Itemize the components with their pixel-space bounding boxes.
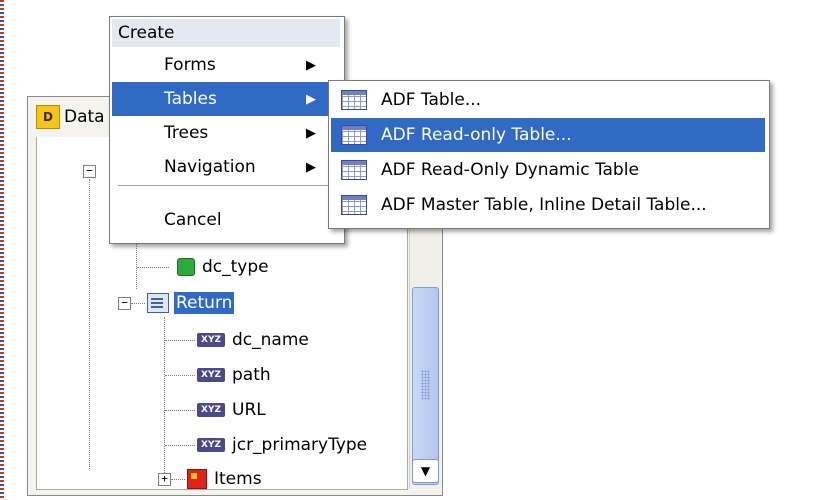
tree-expand-toggle[interactable]: + <box>158 473 171 486</box>
tree-node-items[interactable]: Items <box>187 465 264 493</box>
tree-node-label: dc_name <box>232 330 309 350</box>
collection-icon <box>187 469 207 489</box>
submenu-item-label: ADF Read-only Table... <box>381 125 572 145</box>
tree-node-return[interactable]: Return <box>147 289 235 317</box>
menu-item-trees[interactable]: Trees ▶ <box>112 116 340 150</box>
submenu-item-adf-read-only-table[interactable]: ADF Read-only Table... <box>331 118 765 152</box>
menu-item-cancel[interactable]: Cancel <box>112 203 340 237</box>
menu-item-navigation[interactable]: Navigation ▶ <box>112 150 340 184</box>
tree-guide-line <box>89 179 90 469</box>
tree-collapse-toggle[interactable]: − <box>118 297 131 310</box>
submenu-item-label: ADF Table... <box>381 90 482 110</box>
xyz-attribute-icon: XYZ <box>197 438 225 452</box>
scroll-down-button[interactable]: ▼ <box>412 459 439 483</box>
tree-guide-line <box>164 317 165 477</box>
tree-node-label: dc_type <box>202 257 269 277</box>
panel-title: Data <box>64 107 105 127</box>
menu-item-label: Trees <box>164 123 209 143</box>
submenu-arrow-icon: ▶ <box>306 125 316 141</box>
tree-collapse-toggle[interactable]: − <box>83 165 96 178</box>
tree-node-dc-name[interactable]: XYZ dc_name <box>197 326 311 354</box>
tree-guide-line <box>171 479 185 480</box>
submenu-item-adf-master-table-inline-detail[interactable]: ADF Master Table, Inline Detail Table... <box>331 188 765 222</box>
menu-header: Create <box>112 19 340 47</box>
design-surface-edge <box>0 0 4 500</box>
tree-guide-line <box>137 267 169 268</box>
xyz-attribute-icon: XYZ <box>197 403 225 417</box>
submenu-item-label: ADF Master Table, Inline Detail Table... <box>381 195 707 215</box>
submenu-arrow-icon: ▶ <box>306 91 316 107</box>
table-icon <box>341 125 367 145</box>
tree-node-label: jcr_primaryType <box>232 435 368 455</box>
tree-node-dc-type[interactable]: dc_type <box>177 253 271 281</box>
submenu-item-adf-table[interactable]: ADF Table... <box>331 83 765 117</box>
tree-node-label: Return <box>174 292 235 314</box>
tree-guide-line <box>165 340 195 341</box>
scrollbar-grip-icon <box>421 370 430 400</box>
table-icon <box>341 195 367 215</box>
menu-item-label: Cancel <box>164 210 222 230</box>
table-icon <box>341 90 367 110</box>
tables-submenu: ADF Table... ADF Read-only Table... ADF … <box>328 80 770 229</box>
tree-node-label: URL <box>232 400 266 420</box>
menu-item-tables[interactable]: Tables ▶ <box>112 82 340 116</box>
xyz-attribute-icon: XYZ <box>197 333 225 347</box>
panel-header: D Data <box>36 103 105 131</box>
chevron-down-icon: ▼ <box>420 464 431 478</box>
submenu-item-adf-read-only-dynamic-table[interactable]: ADF Read-Only Dynamic Table <box>331 153 765 187</box>
menu-item-forms[interactable]: Forms ▶ <box>112 48 340 82</box>
tree-node-label: path <box>232 365 271 385</box>
menu-separator <box>118 185 332 186</box>
submenu-item-label: ADF Read-Only Dynamic Table <box>381 160 639 180</box>
tree-node-label: Items <box>214 469 262 489</box>
tree-guide-line <box>165 445 195 446</box>
tree-node-path[interactable]: XYZ path <box>197 361 273 389</box>
tree-node-url[interactable]: XYZ URL <box>197 396 268 424</box>
method-return-icon <box>147 293 169 313</box>
attribute-cube-icon <box>177 258 195 276</box>
submenu-arrow-icon: ▶ <box>306 159 316 175</box>
tree-node-jcr-primarytype[interactable]: XYZ jcr_primaryType <box>197 431 369 459</box>
data-controls-icon: D <box>36 105 60 129</box>
table-icon <box>341 160 367 180</box>
menu-item-label: Navigation <box>164 157 256 177</box>
menu-item-label: Tables <box>164 89 217 109</box>
menu-item-label: Forms <box>164 55 216 75</box>
tree-guide-line <box>165 375 195 376</box>
xyz-attribute-icon: XYZ <box>197 368 225 382</box>
create-context-menu: Create Forms ▶ Tables ▶ Trees ▶ Navigati… <box>109 16 345 244</box>
tree-guide-line <box>165 410 195 411</box>
submenu-arrow-icon: ▶ <box>306 57 316 73</box>
scrollbar-thumb[interactable] <box>412 287 439 485</box>
tree-guide-line <box>131 303 145 304</box>
